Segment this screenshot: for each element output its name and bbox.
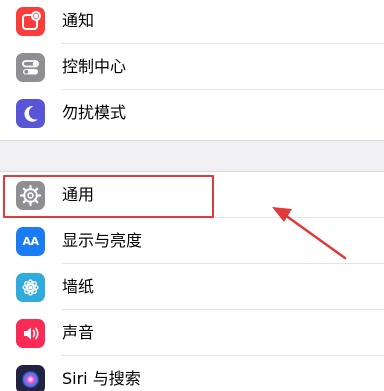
settings-row-siri-search[interactable]: Siri 与搜索 — [0, 356, 384, 391]
settings-row-label: 勿扰模式 — [62, 103, 127, 122]
settings-row-label: Siri 与搜索 — [62, 369, 141, 388]
icon-text: AA — [22, 235, 39, 248]
settings-group-1: 通知 控制中心 勿扰模式 — [0, 0, 384, 136]
notifications-icon — [16, 7, 45, 36]
settings-row-label: 显示与亮度 — [62, 231, 143, 250]
settings-row-label: 声音 — [62, 323, 95, 342]
settings-row-do-not-disturb[interactable]: 勿扰模式 — [0, 90, 384, 136]
settings-row-sounds[interactable]: 声音 — [0, 310, 384, 356]
settings-row-general[interactable]: 通用 — [0, 172, 384, 218]
moon-icon — [16, 99, 45, 128]
wallpaper-icon — [16, 273, 45, 302]
speaker-icon — [16, 319, 45, 348]
gear-icon — [16, 181, 45, 210]
settings-row-wallpaper[interactable]: 墙纸 — [0, 264, 384, 310]
settings-row-notifications[interactable]: 通知 — [0, 0, 384, 44]
settings-row-label: 通知 — [62, 11, 95, 30]
settings-screen: 通知 控制中心 勿扰模式 通用 AA 显示与亮度 墙纸 声音 Siri 与搜索 — [0, 0, 384, 391]
section-gap — [0, 140, 384, 172]
settings-row-display-brightness[interactable]: AA 显示与亮度 — [0, 218, 384, 264]
settings-row-label: 墙纸 — [62, 277, 95, 296]
settings-row-label: 控制中心 — [62, 57, 127, 76]
siri-icon — [16, 365, 45, 391]
display-brightness-icon: AA — [16, 227, 45, 256]
settings-group-2: 通用 AA 显示与亮度 墙纸 声音 Siri 与搜索 — [0, 172, 384, 391]
settings-row-control-center[interactable]: 控制中心 — [0, 44, 384, 90]
settings-row-label: 通用 — [62, 185, 95, 204]
control-center-icon — [16, 53, 45, 82]
